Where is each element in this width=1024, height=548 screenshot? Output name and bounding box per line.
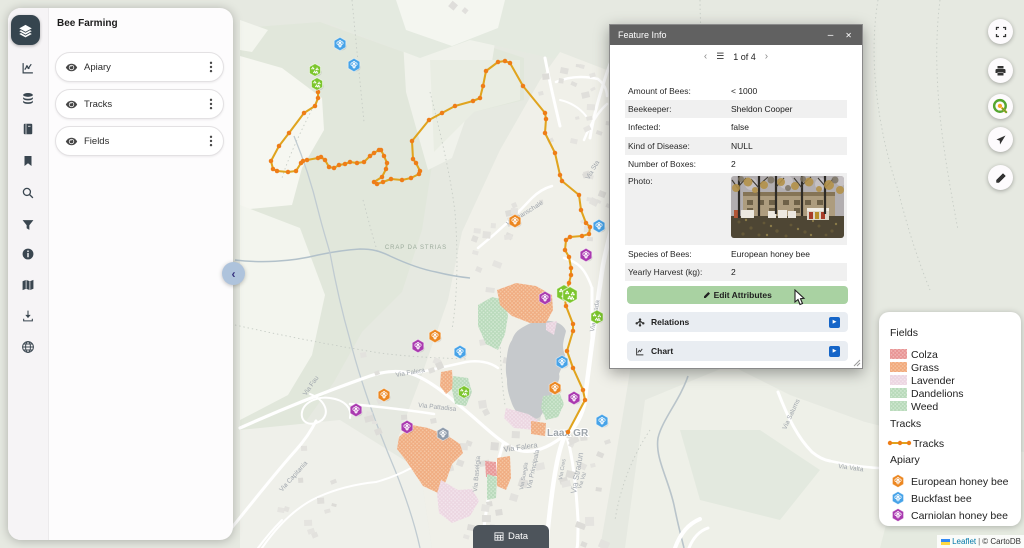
svg-text:Lavender: Lavender bbox=[911, 375, 955, 387]
svg-text:Fields: Fields bbox=[890, 327, 918, 339]
svg-text:Apiary: Apiary bbox=[890, 454, 921, 466]
svg-text:Tracks: Tracks bbox=[890, 418, 921, 430]
svg-text:Weed: Weed bbox=[911, 401, 938, 413]
svg-text:Tracks: Tracks bbox=[913, 438, 944, 450]
svg-text:Buckfast bee: Buckfast bee bbox=[911, 493, 972, 505]
svg-text:Colza: Colza bbox=[911, 349, 938, 361]
svg-text:European honey bee: European honey bee bbox=[911, 476, 1009, 488]
svg-text:Carniolan honey bee: Carniolan honey bee bbox=[911, 510, 1008, 522]
svg-text:Dandelions: Dandelions bbox=[911, 388, 964, 400]
svg-text:Grass: Grass bbox=[911, 362, 939, 374]
svg-text:CRAP DA STRIAS: CRAP DA STRIAS bbox=[385, 245, 447, 251]
